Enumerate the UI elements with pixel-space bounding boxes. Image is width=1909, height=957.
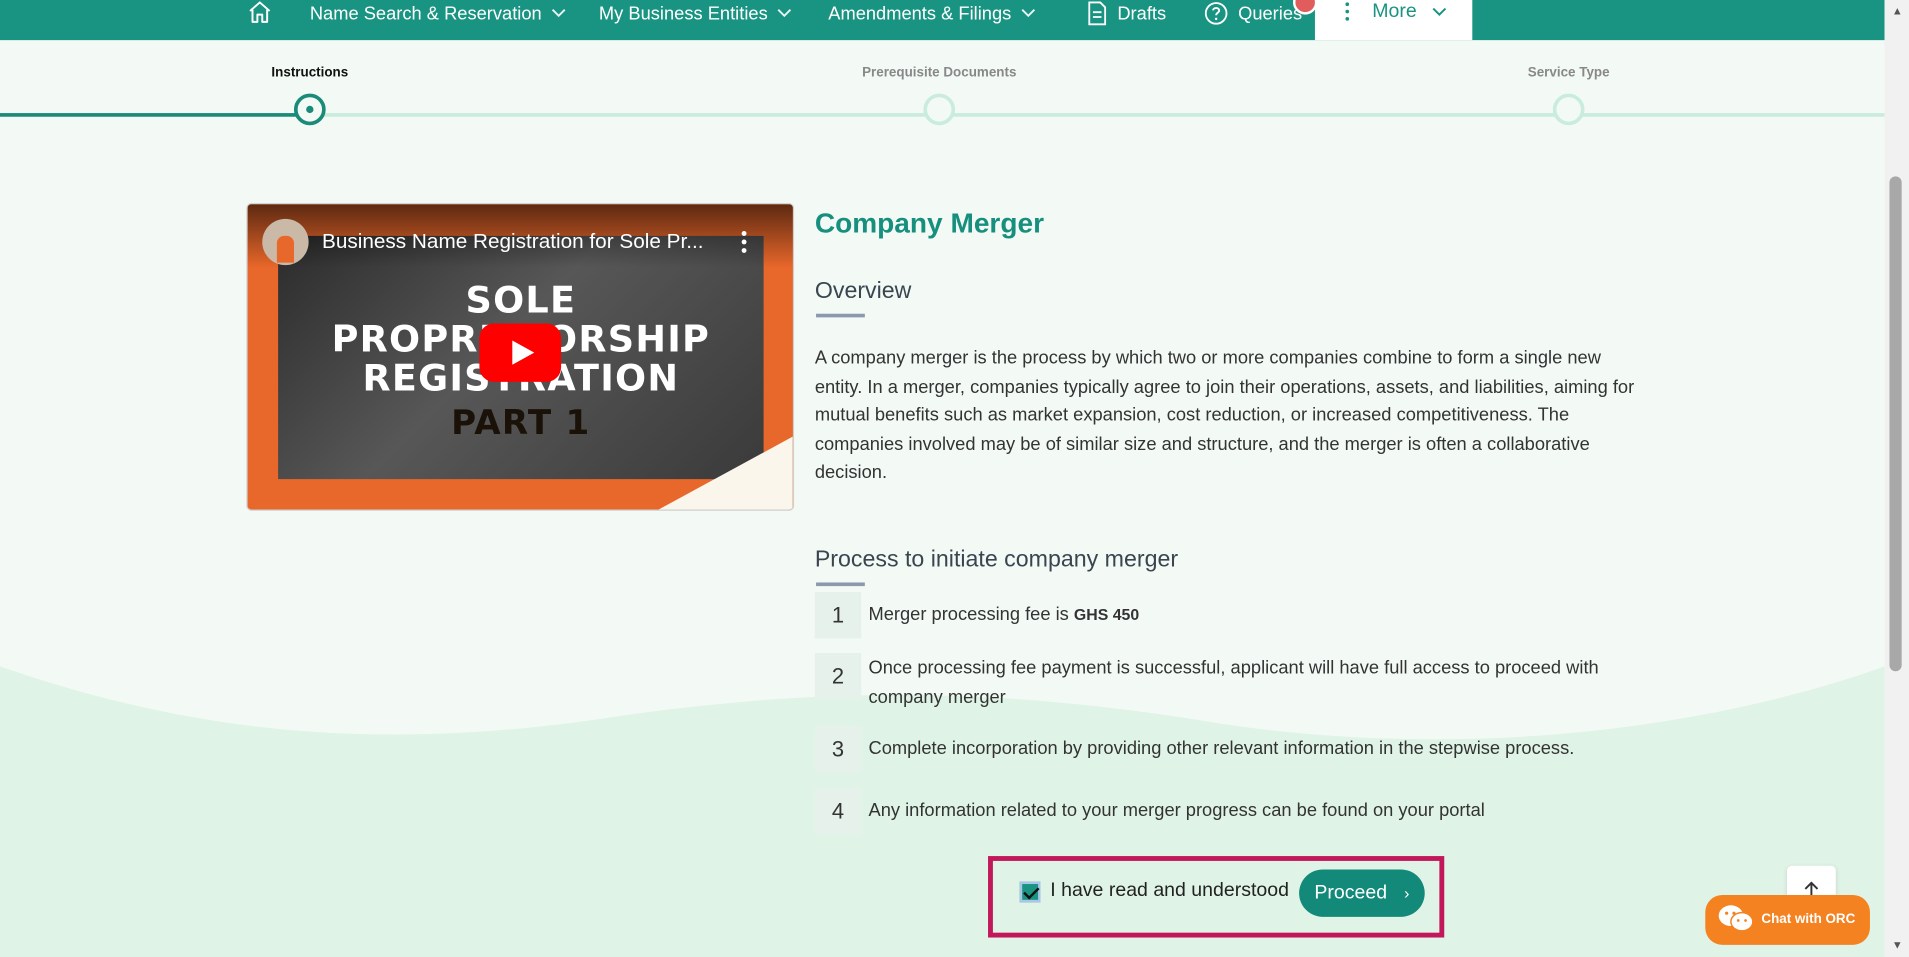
- heading-underline: [816, 313, 865, 318]
- step-label-service-type: Service Type: [1527, 65, 1610, 81]
- poster-line: PART 1: [451, 402, 591, 443]
- kebab-icon: [1345, 2, 1350, 24]
- process-heading: Process to initiate company merger: [814, 547, 1179, 573]
- video-menu-icon[interactable]: [741, 231, 747, 257]
- video-title[interactable]: Business Name Registration for Sole Pr..…: [322, 230, 703, 254]
- overview-heading: Overview: [814, 278, 912, 304]
- poster-line: SOLE: [465, 279, 577, 323]
- chevron-down-icon: [551, 9, 566, 18]
- chat-icon: [1718, 905, 1754, 932]
- step-dot-prerequisite-documents[interactable]: [923, 93, 956, 126]
- step-label-prerequisite-documents: Prerequisite Documents: [862, 65, 1017, 81]
- scrollbar-thumb[interactable]: [1889, 176, 1902, 672]
- top-navigation: Name Search & Reservation My Business En…: [0, 0, 1885, 41]
- document-icon: [1088, 1, 1107, 26]
- step-number: 2: [814, 652, 862, 700]
- chat-button[interactable]: Chat with ORC: [1705, 894, 1870, 945]
- proceed-button[interactable]: Proceed ›: [1299, 869, 1425, 917]
- nav-label: My Business Entities: [598, 3, 768, 24]
- process-step: 4 Any information related to your merger…: [814, 787, 1637, 835]
- page-title: Company Merger: [814, 206, 1044, 239]
- nav-my-business-entities[interactable]: My Business Entities: [599, 0, 792, 27]
- process-step: 2 Once processing fee payment is success…: [814, 652, 1637, 712]
- step-dot-instructions[interactable]: [293, 93, 326, 126]
- overview-text: A company merger is the process by which…: [814, 347, 1635, 484]
- step-text: Merger processing fee is GHS 450: [868, 592, 1636, 629]
- process-step: 3 Complete incorporation by providing ot…: [814, 725, 1637, 773]
- home-icon[interactable]: [246, 0, 273, 24]
- nav-label: Name Search & Reservation: [309, 3, 542, 24]
- nav-label: Amendments & Filings: [828, 3, 1012, 24]
- agree-checkbox[interactable]: [1019, 881, 1041, 903]
- heading-underline: [816, 582, 865, 587]
- step-text-body: Merger processing fee is: [868, 604, 1074, 626]
- nav-more[interactable]: More: [1314, 0, 1473, 41]
- scroll-up-arrow-icon[interactable]: ▲: [1892, 5, 1903, 17]
- nav-label: Drafts: [1117, 3, 1167, 24]
- fee-amount: GHS 450: [1073, 605, 1140, 624]
- video-player[interactable]: SOLE PROPRIETORSHIP REGISTRATION PART 1 …: [246, 203, 795, 511]
- scroll-down-arrow-icon[interactable]: ▼: [1892, 939, 1903, 951]
- question-circle-icon: [1204, 2, 1228, 25]
- step-text: Complete incorporation by providing othe…: [868, 738, 1575, 759]
- step-number: 1: [814, 592, 862, 639]
- step-text: Once processing fee payment is successfu…: [868, 657, 1599, 708]
- stepper-progress-line: [0, 113, 310, 117]
- nav-amendments-filings[interactable]: Amendments & Filings: [828, 0, 1036, 27]
- chevron-down-icon: [1432, 7, 1447, 16]
- nav-name-search[interactable]: Name Search & Reservation: [310, 0, 566, 27]
- chevron-down-icon: [778, 9, 792, 18]
- step-number: 3: [814, 725, 862, 773]
- vertical-scrollbar[interactable]: ▲ ▼: [1884, 0, 1909, 957]
- proceed-button-label: Proceed: [1314, 882, 1388, 903]
- play-icon[interactable]: [479, 323, 562, 382]
- nav-drafts[interactable]: Drafts: [1086, 0, 1167, 27]
- agree-checkbox-label[interactable]: I have read and understood: [1050, 880, 1289, 902]
- nav-more-label: More: [1372, 1, 1417, 22]
- step-label-instructions: Instructions: [271, 65, 349, 81]
- chevron-right-icon: ›: [1404, 884, 1410, 903]
- step-text: Any information related to your merger p…: [868, 800, 1485, 821]
- process-step: 1 Merger processing fee is GHS 450: [814, 592, 1637, 639]
- channel-avatar[interactable]: [262, 218, 309, 266]
- step-dot-service-type[interactable]: [1552, 93, 1585, 126]
- chat-button-label: Chat with ORC: [1761, 912, 1856, 927]
- chevron-down-icon: [1021, 9, 1036, 18]
- nav-queries[interactable]: Queries: [1204, 0, 1302, 27]
- step-number: 4: [814, 787, 862, 835]
- stepper-track-line: [309, 113, 1885, 117]
